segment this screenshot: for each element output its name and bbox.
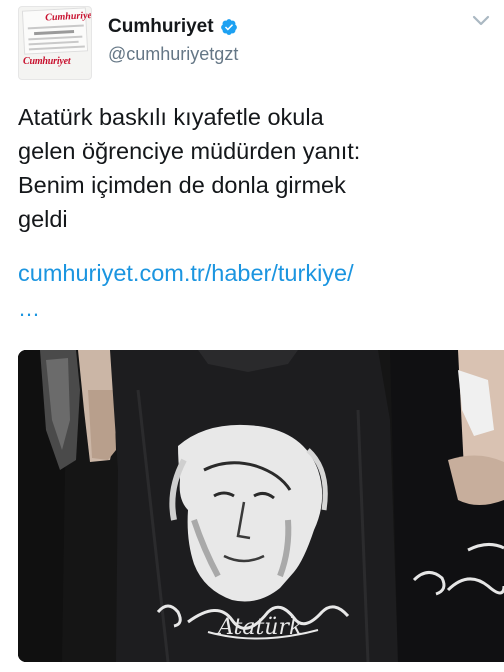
account-name-row: Cumhuriyet — [108, 16, 238, 38]
display-name[interactable]: Cumhuriyet — [108, 16, 214, 38]
tweet-text-line: geldi — [18, 206, 68, 232]
verified-badge-icon — [220, 18, 238, 36]
tweet-photo[interactable]: Atatürk — [18, 350, 504, 662]
avatar-masthead: Cumhuriyet — [45, 9, 92, 24]
account-handle[interactable]: @cumhuriyetgzt — [108, 44, 238, 65]
tweet-text: Atatürk baskılı kıyafetle okula gelen öğ… — [18, 100, 492, 236]
tweet-link[interactable]: cumhuriyet.com.tr/haber/turkiye/ — [18, 256, 354, 290]
chevron-down-icon[interactable] — [472, 14, 490, 28]
tweet-text-line: Atatürk baskılı kıyafetle okula — [18, 104, 324, 130]
tweet-card: Cumhuriyet Cumhuriyet Cumhuriyet @cumhur… — [0, 0, 504, 672]
link-ellipsis[interactable]: … — [18, 292, 40, 326]
shirt-print-text: Atatürk — [216, 615, 302, 640]
avatar-brand-logo: Cumhuriyet — [23, 56, 71, 67]
tweet-text-line: gelen öğrenciye müdürden yanıt: — [18, 138, 361, 164]
newspaper-thumbnail: Cumhuriyet — [21, 7, 91, 55]
avatar[interactable]: Cumhuriyet Cumhuriyet — [18, 6, 92, 80]
tweet-text-line: Benim içimden de donla girmek — [18, 172, 346, 198]
